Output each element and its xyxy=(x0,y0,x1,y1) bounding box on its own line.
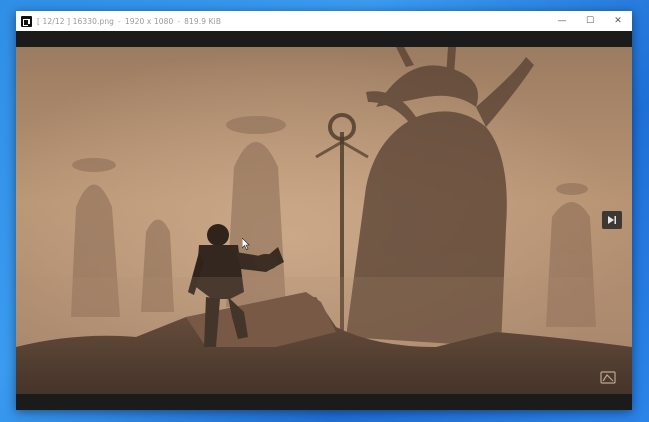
watermark-logo-icon xyxy=(600,371,616,384)
image-viewer-window: [ 12/12 ] 16330.png -1920 x 1080-819.9 Ki… xyxy=(16,11,632,410)
next-image-icon[interactable] xyxy=(602,211,622,229)
minimize-button[interactable]: — xyxy=(548,11,576,31)
image-index: [ 12/12 ] xyxy=(37,16,71,26)
title-separator: - xyxy=(177,16,181,26)
maximize-button[interactable]: ☐ xyxy=(576,11,604,31)
title-separator: - xyxy=(118,16,121,26)
file-name: 16330.png xyxy=(72,16,115,26)
mouse-cursor-icon xyxy=(242,238,250,250)
close-button[interactable]: ✕ xyxy=(604,11,632,31)
window-controls: — ☐ ✕ xyxy=(548,11,632,31)
displayed-image xyxy=(16,47,632,394)
image-canvas[interactable] xyxy=(16,47,632,394)
window-title: [ 12/12 ] 16330.png -1920 x 1080-819.9 Ki… xyxy=(37,17,221,26)
file-size: 819.9 KiB xyxy=(184,16,222,26)
bottom-toolbar-strip xyxy=(16,394,632,410)
image-viewer-icon[interactable] xyxy=(21,15,32,27)
dust-overlay xyxy=(16,277,632,394)
top-toolbar-strip xyxy=(16,31,632,47)
image-dimensions: 1920 x 1080 xyxy=(124,16,174,26)
title-bar[interactable]: [ 12/12 ] 16330.png -1920 x 1080-819.9 Ki… xyxy=(16,11,632,31)
